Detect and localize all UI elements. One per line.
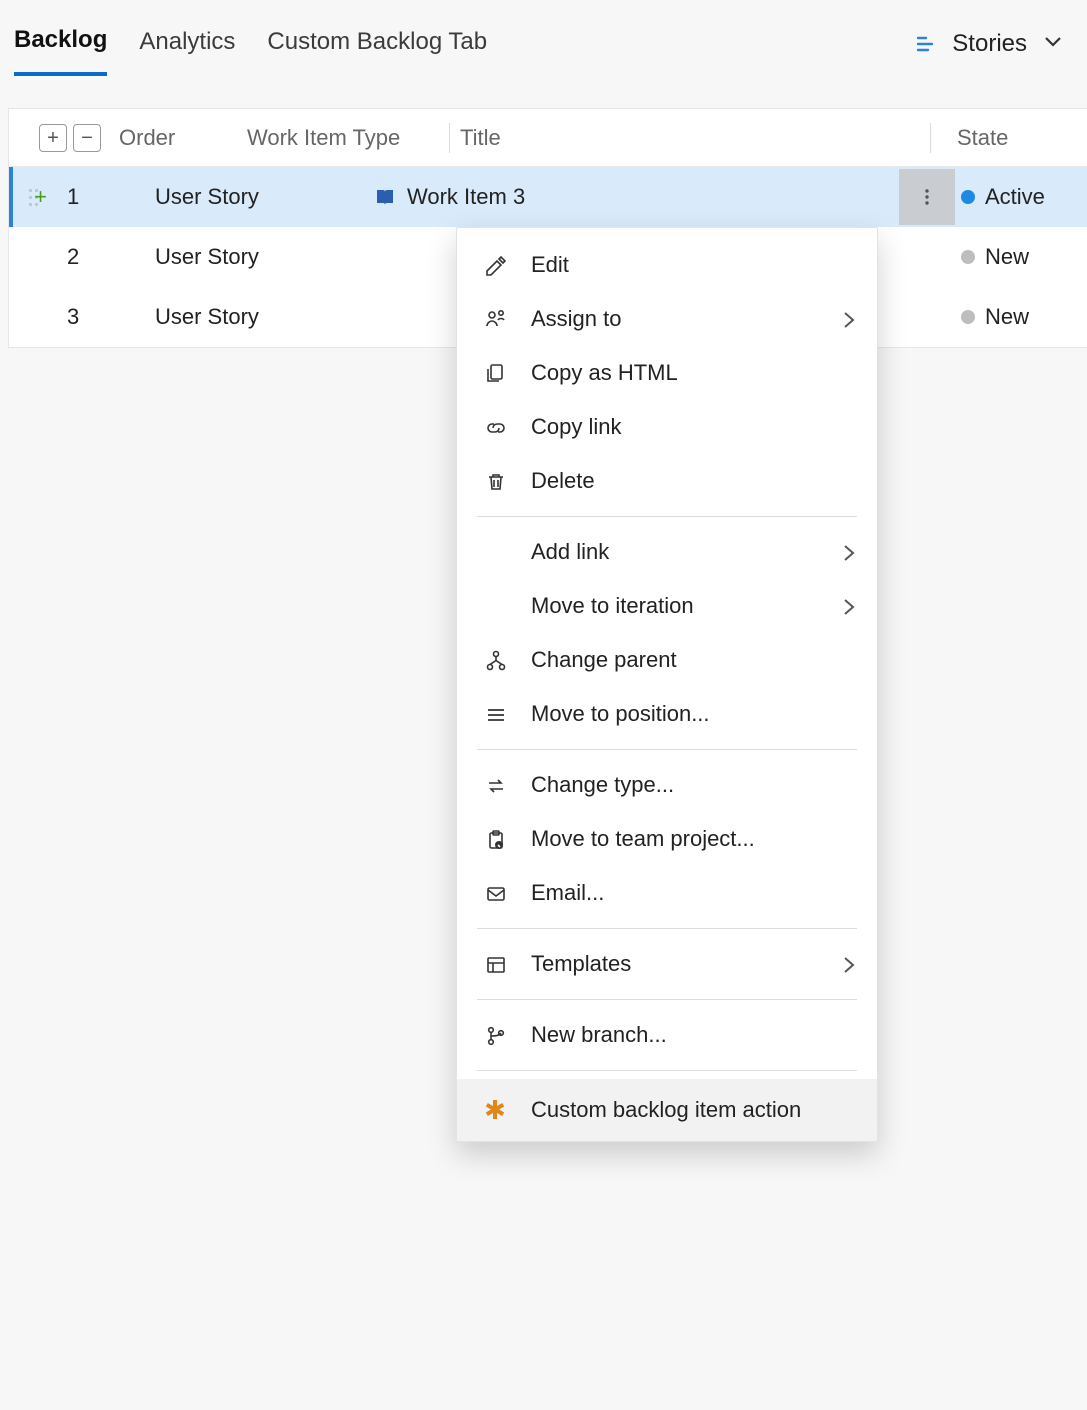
menu-item-move-to-iteration[interactable]: Move to iteration bbox=[457, 579, 877, 633]
table-row[interactable]: + 1 User Story Work Item 3 Active bbox=[9, 167, 1087, 227]
column-header-state[interactable]: State bbox=[957, 125, 1087, 151]
menu-item-change-parent[interactable]: Change parent bbox=[457, 633, 877, 687]
grid-header: + − Order Work Item Type Title State bbox=[9, 109, 1087, 167]
state-indicator-icon bbox=[961, 310, 975, 324]
state-indicator-icon bbox=[961, 250, 975, 264]
copy-icon bbox=[481, 362, 509, 384]
menu-item-move-to-position[interactable]: Move to position... bbox=[457, 687, 877, 741]
cell-state: New bbox=[985, 304, 1029, 330]
branch-icon bbox=[481, 1024, 509, 1046]
chevron-right-icon bbox=[837, 541, 857, 563]
menu-item-custom-backlog-item-action[interactable]: ✱ Custom backlog item action bbox=[457, 1079, 877, 1141]
backlog-levels-icon bbox=[914, 32, 938, 56]
column-header-order[interactable]: Order bbox=[119, 125, 247, 151]
state-indicator-icon bbox=[961, 190, 975, 204]
cell-order: 1 bbox=[63, 184, 155, 210]
work-item-context-menu: Edit Assign to Copy as HTML Copy link De… bbox=[456, 227, 878, 1142]
chevron-right-icon bbox=[837, 308, 857, 330]
menu-item-assign-to[interactable]: Assign to bbox=[457, 292, 877, 346]
expand-all-button[interactable]: + bbox=[39, 124, 67, 152]
menu-item-email[interactable]: Email... bbox=[457, 866, 877, 920]
chevron-down-icon bbox=[1041, 29, 1065, 60]
tree-icon bbox=[481, 649, 509, 671]
menu-item-copy-link[interactable]: Copy link bbox=[457, 400, 877, 454]
clipboard-icon bbox=[481, 828, 509, 850]
menu-separator bbox=[477, 999, 857, 1000]
cell-work-item-type: User Story bbox=[155, 304, 365, 330]
cell-work-item-type: User Story bbox=[155, 244, 365, 270]
menu-item-add-link[interactable]: Add link bbox=[457, 525, 877, 579]
link-icon bbox=[481, 416, 509, 438]
tab-backlog[interactable]: Backlog bbox=[14, 26, 107, 76]
menu-separator bbox=[477, 1070, 857, 1071]
chevron-right-icon bbox=[837, 953, 857, 975]
cell-order: 3 bbox=[63, 304, 155, 330]
menu-item-copy-as-html[interactable]: Copy as HTML bbox=[457, 346, 877, 400]
view-tabs: Backlog Analytics Custom Backlog Tab Sto… bbox=[0, 0, 1087, 84]
pencil-icon bbox=[481, 254, 509, 276]
cell-order: 2 bbox=[63, 244, 155, 270]
add-child-icon[interactable]: + bbox=[34, 184, 47, 210]
hamburger-icon bbox=[481, 703, 509, 725]
assign-icon bbox=[481, 308, 509, 330]
mail-icon bbox=[481, 882, 509, 904]
menu-separator bbox=[477, 928, 857, 929]
menu-item-edit[interactable]: Edit bbox=[457, 238, 877, 292]
tab-analytics[interactable]: Analytics bbox=[139, 28, 235, 74]
cell-work-item-type: User Story bbox=[155, 184, 365, 210]
menu-separator bbox=[477, 749, 857, 750]
menu-item-delete[interactable]: Delete bbox=[457, 454, 877, 508]
menu-item-templates[interactable]: Templates bbox=[457, 937, 877, 991]
collapse-all-button[interactable]: − bbox=[73, 124, 101, 152]
templates-icon bbox=[481, 953, 509, 975]
asterisk-icon: ✱ bbox=[481, 1095, 509, 1126]
chevron-right-icon bbox=[837, 595, 857, 617]
row-actions-button[interactable] bbox=[899, 169, 955, 225]
cell-state: Active bbox=[985, 184, 1045, 210]
menu-item-move-to-team-project[interactable]: Move to team project... bbox=[457, 812, 877, 866]
cell-title[interactable]: Work Item 3 bbox=[407, 184, 525, 210]
swap-icon bbox=[481, 774, 509, 796]
menu-item-new-branch[interactable]: New branch... bbox=[457, 1008, 877, 1062]
user-story-icon bbox=[373, 186, 397, 208]
trash-icon bbox=[481, 470, 509, 492]
backlog-level-selector[interactable]: Stories bbox=[914, 29, 1073, 74]
backlog-level-label: Stories bbox=[952, 30, 1027, 58]
cell-state: New bbox=[985, 244, 1029, 270]
tab-custom-backlog[interactable]: Custom Backlog Tab bbox=[267, 28, 487, 74]
menu-item-change-type[interactable]: Change type... bbox=[457, 758, 877, 812]
column-header-work-item-type[interactable]: Work Item Type bbox=[247, 125, 459, 151]
menu-separator bbox=[477, 516, 857, 517]
column-header-title[interactable]: Title bbox=[450, 125, 930, 151]
